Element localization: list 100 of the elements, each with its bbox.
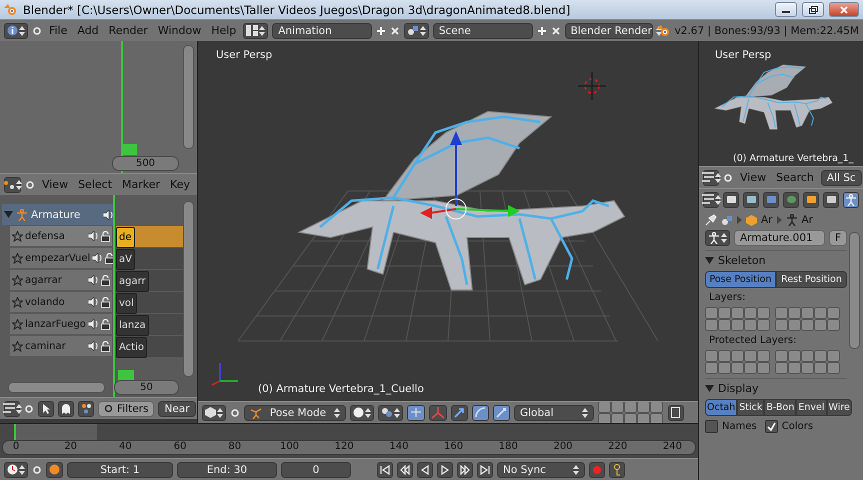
menu-item[interactable]: View (38, 178, 72, 191)
properties-tab[interactable] (843, 192, 859, 208)
scrollbar[interactable] (183, 201, 194, 377)
menu-item[interactable]: View (737, 171, 770, 184)
snap-dropdown[interactable]: Near (158, 400, 196, 416)
track-channel[interactable]: caminar (10, 336, 112, 357)
checkbox[interactable] (764, 420, 778, 433)
menu-item[interactable]: Marker (119, 178, 164, 191)
editor-type-button[interactable] (202, 404, 226, 420)
panel-header[interactable]: Display (705, 378, 847, 395)
frame-ruler[interactable]: 0 20 40 60 80 100 120 140 160 180 200 220 240 (2, 440, 696, 455)
track-channel[interactable]: defensa (10, 226, 112, 247)
playback-button[interactable] (417, 462, 433, 478)
display-type-toggle[interactable]: B-Bon (764, 399, 796, 416)
properties-tab[interactable] (743, 192, 759, 208)
menu-item[interactable]: Select (75, 178, 116, 191)
display-type-toggle[interactable]: Octah (705, 399, 738, 416)
manipulator-toggle[interactable] (407, 404, 425, 420)
display-type-toggle[interactable]: Wire (826, 399, 852, 416)
scene-field[interactable]: Scene (432, 22, 533, 38)
object-channel[interactable]: Armature (2, 204, 114, 225)
rotate-button[interactable] (472, 404, 489, 420)
breadcrumb[interactable]: Ar (802, 214, 813, 226)
track-channel[interactable]: lanzarFuego (10, 314, 112, 335)
lock-layers-button[interactable] (668, 404, 684, 420)
editor-type-button[interactable] (4, 400, 20, 416)
translate-arrow-button[interactable] (451, 404, 468, 420)
menu-item[interactable]: Add (74, 24, 102, 37)
playback-icon (480, 464, 490, 474)
scrollbar[interactable] (849, 232, 860, 349)
transform-gizmo[interactable] (420, 131, 520, 220)
playback-button[interactable] (377, 462, 393, 478)
star-icon (12, 230, 23, 242)
editor-type-button[interactable] (703, 170, 719, 186)
ghost-button[interactable] (58, 400, 74, 416)
position-toggle[interactable]: Pose Position (705, 271, 776, 288)
track-channel[interactable]: volando (10, 292, 112, 313)
frame-field[interactable]: 500 (112, 156, 179, 171)
editor-type-button[interactable] (4, 22, 28, 38)
select-tool-button[interactable] (38, 400, 54, 416)
action-strip[interactable]: aV (116, 249, 135, 270)
editor-type-button[interactable] (703, 192, 719, 208)
display-filter-dropdown[interactable]: All Sc (820, 170, 862, 186)
menu-item[interactable]: Key (167, 178, 193, 191)
scene-button[interactable] (404, 22, 429, 38)
menu-item[interactable]: Render (106, 24, 151, 37)
frame-field[interactable]: 50 (114, 380, 179, 395)
mode-dropdown[interactable]: Pose Mode (244, 404, 346, 420)
datablock-name-field[interactable]: Armature.001 (734, 230, 825, 246)
action-strip[interactable]: agarr (116, 271, 149, 292)
editor-type-button[interactable] (4, 176, 21, 192)
maximize-button[interactable] (802, 2, 824, 17)
timeline-track[interactable]: 0 20 40 60 80 100 120 140 160 180 200 220 240 (0, 423, 698, 458)
playback-button[interactable] (477, 462, 493, 478)
screen-layout-button[interactable] (243, 22, 268, 38)
menu-item[interactable]: Search (773, 171, 817, 184)
keyframe-button[interactable] (609, 462, 625, 478)
properties-tab[interactable] (723, 192, 739, 208)
updown-arrows-icon (420, 26, 426, 36)
menu-item[interactable]: Window (154, 24, 204, 37)
action-strip[interactable]: lanza (116, 315, 149, 336)
pivot-button[interactable] (378, 404, 403, 420)
track-channel[interactable]: agarrar (10, 270, 112, 291)
display-type-toggle[interactable]: Stick (737, 399, 764, 416)
properties-tab[interactable] (803, 192, 819, 208)
screen-layout-field[interactable]: Animation (272, 22, 372, 38)
properties-tab[interactable] (823, 192, 839, 208)
mini-viewport[interactable]: User Persp (0) Armature Vertebra_1_ (699, 41, 863, 166)
scrollbar[interactable] (8, 382, 105, 393)
scale-button[interactable] (493, 404, 510, 420)
minimize-button[interactable] (775, 2, 797, 17)
action-strip[interactable]: de (116, 227, 134, 248)
sync-dropdown[interactable]: No Sync (497, 462, 585, 478)
keying-button[interactable] (46, 462, 63, 478)
current-frame-field[interactable]: 0 (281, 462, 351, 478)
datablock-browse-button[interactable] (705, 230, 730, 246)
close-button[interactable] (829, 2, 859, 17)
start-frame-field[interactable]: Start: 1 (67, 462, 173, 478)
track-channel[interactable]: empezarVuel (10, 248, 112, 269)
panel-header[interactable]: Skeleton (705, 250, 847, 267)
display-type-toggle[interactable]: Envel (796, 399, 827, 416)
orientation-dropdown[interactable]: Global (514, 404, 594, 420)
position-toggle[interactable]: Rest Position (776, 271, 847, 288)
playback-button[interactable] (397, 462, 413, 478)
checkbox[interactable] (705, 420, 718, 433)
include-missing-button[interactable] (78, 400, 94, 416)
playback-button[interactable] (457, 462, 473, 478)
playback-button[interactable] (437, 462, 453, 478)
action-strip[interactable]: vol (116, 293, 137, 314)
menu-item[interactable]: Help (208, 24, 240, 37)
end-frame-field[interactable]: End: 30 (177, 462, 277, 478)
fake-user-button[interactable]: F (828, 230, 847, 246)
action-strip[interactable]: Actio (116, 337, 147, 358)
filters-button[interactable]: Filters (98, 400, 154, 416)
menu-item[interactable]: File (46, 24, 70, 37)
shading-button[interactable] (350, 404, 374, 420)
panel-title: Skeleton (718, 254, 766, 267)
editor-type-button[interactable] (4, 462, 28, 478)
scrollbar[interactable] (183, 45, 194, 149)
breadcrumb[interactable]: Ar (761, 214, 772, 226)
